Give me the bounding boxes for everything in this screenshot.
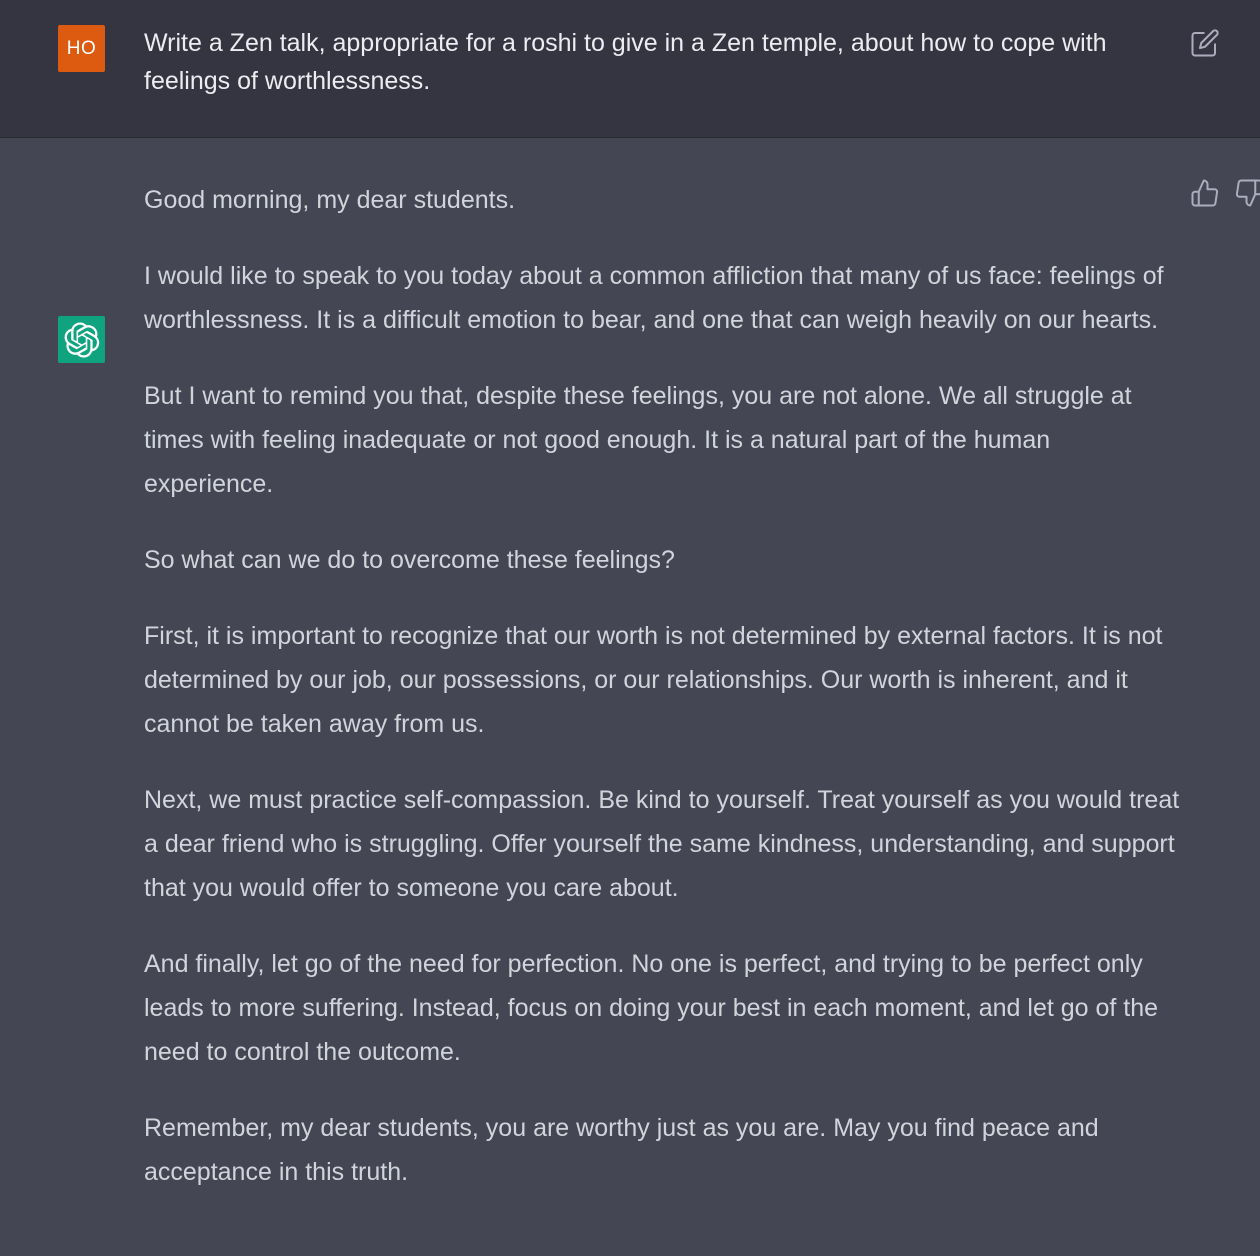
assistant-paragraph: So what can we do to overcome these feel… (144, 546, 675, 574)
assistant-paragraph: First, it is important to recognize that… (144, 622, 1163, 738)
assistant-paragraph: I would like to speak to you today about… (144, 262, 1164, 334)
thumbs-down-icon[interactable] (1234, 178, 1260, 208)
assistant-avatar (58, 316, 105, 363)
feedback-buttons (1190, 178, 1260, 208)
assistant-paragraph: Next, we must practice self-compassion. … (144, 786, 1180, 902)
openai-logo-icon (64, 321, 99, 358)
user-message-row: HO Write a Zen talk, appropriate for a r… (0, 0, 1260, 138)
assistant-paragraph: Good morning, my dear students. (144, 186, 516, 214)
edit-icon[interactable] (1190, 28, 1220, 58)
assistant-paragraph: Remember, my dear students, you are wort… (144, 1114, 1099, 1186)
thumbs-up-icon[interactable] (1190, 178, 1220, 208)
user-message-text: Write a Zen talk, appropriate for a rosh… (144, 29, 1107, 95)
assistant-message-text: Good morning, my dear students. I would … (144, 178, 1184, 1226)
assistant-paragraph: But I want to remind you that, despite t… (144, 382, 1132, 498)
assistant-message-row: Good morning, my dear students. I would … (0, 138, 1260, 1256)
user-avatar: HO (58, 25, 105, 72)
assistant-paragraph: And finally, let go of the need for perf… (144, 950, 1159, 1066)
